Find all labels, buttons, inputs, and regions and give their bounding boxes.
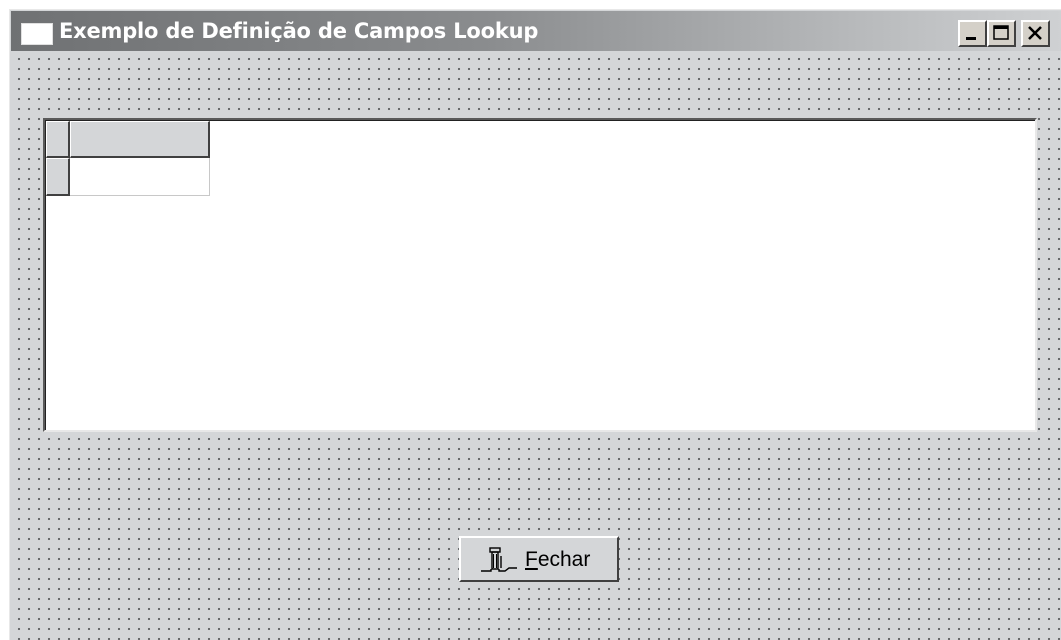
app-icon (21, 23, 53, 45)
form-window: Exemplo de Definição de Campos Lookup Fe… (8, 8, 1061, 640)
grid-column-header[interactable] (70, 121, 210, 158)
grid-body (45, 120, 1035, 430)
grid-data-cell[interactable] (70, 158, 210, 196)
fechar-label-rest: echar (537, 548, 591, 571)
title-bar[interactable]: Exemplo de Definição de Campos Lookup (11, 11, 1061, 51)
grid-corner-header (46, 121, 70, 158)
lookup-db-grid[interactable] (43, 118, 1037, 432)
close-icon (1028, 26, 1042, 40)
minimize-icon (966, 37, 976, 40)
window-title: Exemplo de Definição de Campos Lookup (59, 19, 539, 43)
fechar-accelerator: F (525, 548, 538, 571)
maximize-icon (993, 25, 1009, 40)
form-client-area: Fechar (11, 51, 1061, 640)
door-exit-icon (481, 547, 517, 572)
close-window-button[interactable] (1021, 20, 1050, 47)
fechar-button[interactable]: Fechar (459, 536, 619, 582)
fechar-label: Fechar (525, 548, 590, 572)
maximize-button[interactable] (987, 20, 1016, 47)
grid-row-indicator[interactable] (46, 158, 70, 196)
minimize-button[interactable] (958, 20, 987, 47)
